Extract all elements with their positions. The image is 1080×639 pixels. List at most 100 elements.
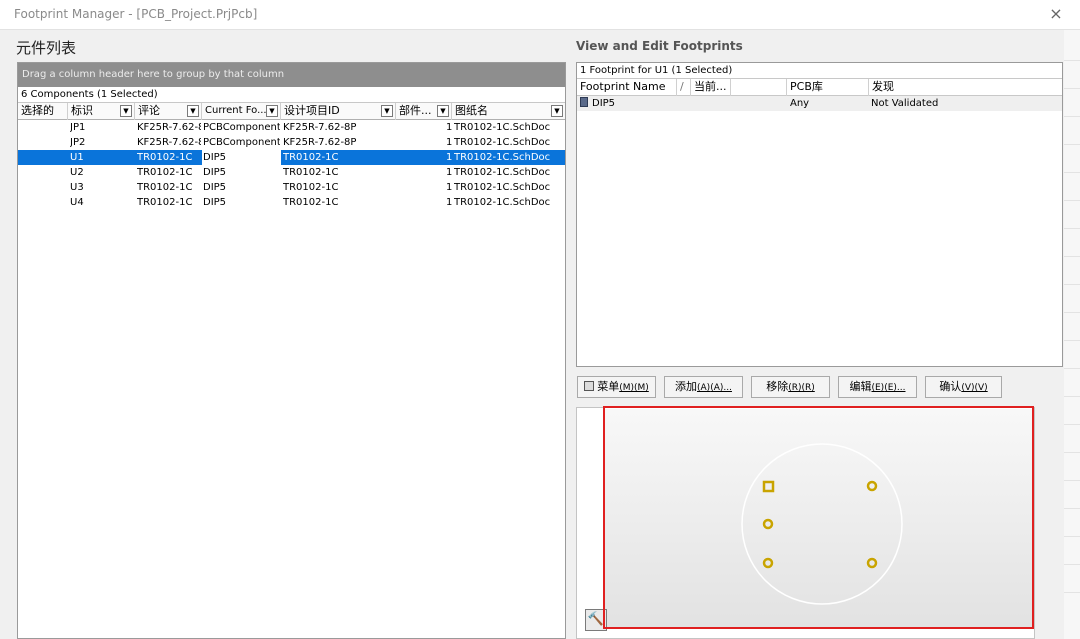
confirm-button-label: 确认 xyxy=(939,380,962,393)
footprint-list: 1 Footprint for U1 (1 Selected) Footprin… xyxy=(576,62,1063,367)
comment-cell: TR0102-1C xyxy=(137,197,193,208)
menu-button-shortcut: (M) xyxy=(619,383,634,393)
footprint-preview[interactable] xyxy=(576,407,1035,639)
col-header-designator[interactable]: 标识 ▼ xyxy=(68,103,135,120)
footprint-library-cell: Any xyxy=(790,98,810,109)
confirm-button-shortcut: (V) xyxy=(961,383,975,393)
pad-3 xyxy=(762,557,774,569)
design-id-cell: TR0102-1C xyxy=(283,197,339,208)
design-id-cell: KF25R-7.62-8P xyxy=(283,122,357,133)
sheet-cell: TR0102-1C.SchDoc xyxy=(454,152,551,163)
comment-cell: TR0102-1C xyxy=(137,152,193,163)
add-button-accel: (A)... xyxy=(710,383,732,393)
col-header-design-item-id[interactable]: 设计项目ID ▼ xyxy=(281,103,396,120)
sheet-cell: TR0102-1C.SchDoc xyxy=(454,137,551,148)
filter-dropdown-icon[interactable]: ▼ xyxy=(187,105,199,117)
pad-1 xyxy=(762,480,775,493)
current-footprint-cell: DIP5 xyxy=(203,197,227,208)
designator-cell: JP2 xyxy=(70,137,86,148)
col-header-selected[interactable]: 选择的 xyxy=(18,103,68,120)
current-footprint-cell[interactable]: DIP5 xyxy=(202,150,281,165)
filter-dropdown-icon[interactable]: ▼ xyxy=(437,105,449,117)
col-header-sheet-name[interactable]: 图纸名 ▼ xyxy=(452,103,565,120)
footprint-graphic xyxy=(741,443,903,605)
component-outline xyxy=(741,443,903,605)
footprint-icon xyxy=(580,97,588,107)
current-footprint-cell: DIP5 xyxy=(203,167,227,178)
col-header-label: 选择的 xyxy=(21,104,54,117)
menu-icon xyxy=(584,381,595,391)
comment-cell: KF25R-7.62-8 xyxy=(137,137,201,148)
add-button[interactable]: 添加(A)(A)... xyxy=(664,376,743,398)
footprint-row[interactable]: DIP5 Any Not Validated xyxy=(577,96,1062,111)
part-cell: 1 xyxy=(446,197,453,208)
footprint-status-cell: Not Validated xyxy=(871,98,939,109)
table-row[interactable]: JP1 KF25R-7.62-8 PCBComponent_ KF25R-7.6… xyxy=(18,120,565,135)
footprint-name-cell: DIP5 xyxy=(580,96,615,111)
part-cell: 1 xyxy=(446,152,453,163)
col-header-found[interactable]: 发现 xyxy=(869,79,1062,96)
current-footprint-cell: PCBComponent_ xyxy=(203,122,280,133)
table-row[interactable]: U2 TR0102-1C DIP5 TR0102-1C 1 TR0102-1C.… xyxy=(18,165,565,180)
filter-dropdown-icon[interactable]: ▼ xyxy=(266,105,278,117)
sort-indicator[interactable]: / xyxy=(677,79,691,96)
sheet-cell: TR0102-1C.SchDoc xyxy=(454,182,551,193)
window-title: Footprint Manager - [PCB_Project.PrjPcb] xyxy=(14,7,258,21)
title-bar: Footprint Manager - [PCB_Project.PrjPcb]… xyxy=(0,0,1080,30)
part-cell: 1 xyxy=(446,137,453,148)
confirm-button-accel: (V) xyxy=(974,383,988,393)
close-icon[interactable]: × xyxy=(1046,4,1066,24)
remove-button[interactable]: 移除(R)(R) xyxy=(751,376,830,398)
sheet-cell: TR0102-1C.SchDoc xyxy=(454,167,551,178)
design-id-cell: KF25R-7.62-8P xyxy=(283,137,357,148)
footprint-name: DIP5 xyxy=(592,98,616,109)
col-header-label: 评论 xyxy=(138,104,160,117)
remove-button-label: 移除 xyxy=(766,380,789,393)
menu-button[interactable]: 菜单(M)(M) xyxy=(577,376,656,398)
col-header-label: 设计项目ID xyxy=(284,104,340,117)
design-id-cell: TR0102-1C xyxy=(283,182,339,193)
designator-cell: JP1 xyxy=(70,122,86,133)
remove-button-shortcut: (R) xyxy=(788,383,802,393)
pad-4 xyxy=(866,557,878,569)
comment-cell: KF25R-7.62-8 xyxy=(137,122,201,133)
design-id-cell: TR0102-1C xyxy=(283,167,339,178)
col-header-pcb-library[interactable]: PCB库 xyxy=(787,79,869,96)
col-header-current[interactable]: 当前... xyxy=(691,79,731,96)
pad-5 xyxy=(866,480,878,492)
edit-button-accel: (E)... xyxy=(884,383,906,393)
group-by-area[interactable]: Drag a column header here to group by th… xyxy=(18,63,565,87)
designator-cell: U2 xyxy=(70,167,84,178)
hammer-icon[interactable]: 🔨 xyxy=(585,609,607,631)
table-row[interactable]: U3 TR0102-1C DIP5 TR0102-1C 1 TR0102-1C.… xyxy=(18,180,565,195)
edit-button-shortcut: (E) xyxy=(871,383,885,393)
add-button-shortcut: (A) xyxy=(697,383,711,393)
confirm-button[interactable]: 确认(V)(V) xyxy=(925,376,1002,398)
col-header-label: 部件... xyxy=(399,104,432,117)
menu-button-accel: (M) xyxy=(634,383,649,393)
col-header-current-footprint[interactable]: Current Fo... ▼ xyxy=(202,103,281,120)
table-row[interactable]: U4 TR0102-1C DIP5 TR0102-1C 1 TR0102-1C.… xyxy=(18,195,565,210)
col-header-comment[interactable]: 评论 ▼ xyxy=(135,103,202,120)
background-sheet xyxy=(1064,30,1080,639)
table-row[interactable]: JP2 KF25R-7.62-8 PCBComponent_ KF25R-7.6… xyxy=(18,135,565,150)
design-id-cell: TR0102-1C xyxy=(283,152,339,163)
edit-button[interactable]: 编辑(E)(E)... xyxy=(838,376,917,398)
col-header-label: Current Fo... xyxy=(205,105,267,116)
filter-dropdown-icon[interactable]: ▼ xyxy=(381,105,393,117)
table-row-selected[interactable]: U1 TR0102-1C DIP5 TR0102-1C 1 TR0102-1C.… xyxy=(18,150,565,165)
designator-cell: U3 xyxy=(70,182,84,193)
filter-dropdown-icon[interactable]: ▼ xyxy=(551,105,563,117)
component-grid: Drag a column header here to group by th… xyxy=(17,62,566,639)
part-cell: 1 xyxy=(446,182,453,193)
remove-button-accel: (R) xyxy=(801,383,815,393)
preview-canvas[interactable] xyxy=(605,409,1033,629)
filter-dropdown-icon[interactable]: ▼ xyxy=(120,105,132,117)
edit-button-label: 编辑 xyxy=(849,380,872,393)
add-button-label: 添加 xyxy=(675,380,698,393)
menu-button-label: 菜单 xyxy=(597,380,620,393)
col-header-footprint-name[interactable]: Footprint Name xyxy=(577,79,677,96)
footprint-count: 1 Footprint for U1 (1 Selected) xyxy=(577,63,1062,79)
part-cell: 1 xyxy=(446,122,453,133)
col-header-part[interactable]: 部件... ▼ xyxy=(396,103,452,120)
